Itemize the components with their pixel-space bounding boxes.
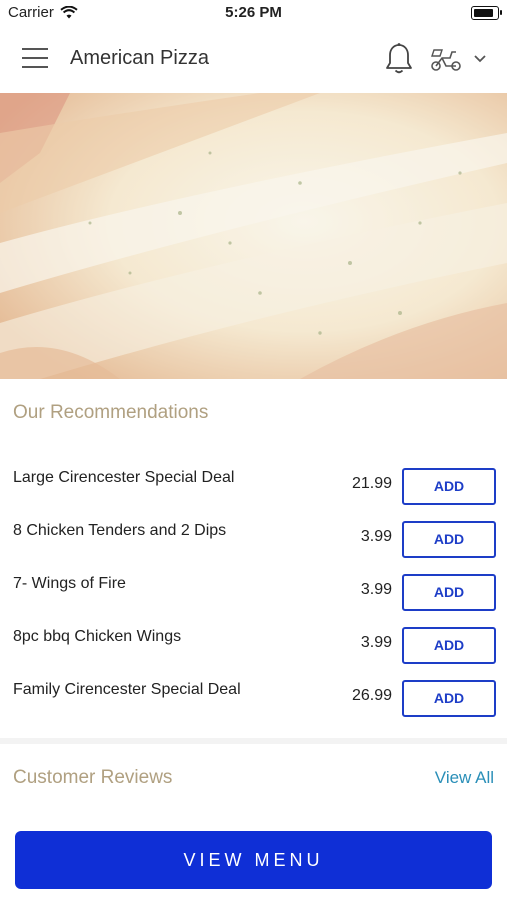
- item-name: Family Cirencester Special Deal: [13, 681, 241, 698]
- list-item: 8pc bbq Chicken Wings 3.99 ADD: [0, 617, 507, 670]
- battery-icon: [471, 6, 502, 20]
- item-name: 8pc bbq Chicken Wings: [13, 628, 182, 645]
- status-bar: Carrier 5:26 PM: [0, 0, 507, 26]
- reviews-title: Customer Reviews: [13, 767, 173, 788]
- item-name: Large Cirencester Special Deal: [13, 469, 235, 486]
- bell-icon[interactable]: [383, 42, 415, 76]
- item-price: 3.99: [360, 581, 392, 598]
- add-button[interactable]: ADD: [402, 680, 496, 717]
- item-price: 21.99: [351, 475, 392, 492]
- list-item: 8 Chicken Tenders and 2 Dips 3.99 ADD: [0, 511, 507, 564]
- hero-image: [0, 93, 507, 379]
- add-button[interactable]: ADD: [402, 468, 496, 505]
- section-divider: [0, 738, 507, 744]
- item-price: 3.99: [360, 634, 392, 651]
- add-button[interactable]: ADD: [402, 627, 496, 664]
- item-price: 26.99: [351, 687, 392, 704]
- list-item: 7- Wings of Fire 3.99 ADD: [0, 564, 507, 617]
- item-name: 8 Chicken Tenders and 2 Dips: [13, 522, 227, 539]
- view-all-link[interactable]: View All: [435, 768, 494, 788]
- item-name: 7- Wings of Fire: [13, 575, 126, 592]
- list-item: Large Cirencester Special Deal 21.99 ADD: [0, 458, 507, 511]
- clock: 5:26 PM: [225, 4, 282, 21]
- view-menu-button[interactable]: VIEW MENU: [15, 831, 492, 889]
- page-title: American Pizza: [70, 47, 209, 69]
- scooter-icon[interactable]: [430, 46, 462, 72]
- list-item: Family Cirencester Special Deal 26.99 AD…: [0, 670, 507, 723]
- hamburger-menu-icon[interactable]: [22, 48, 48, 70]
- recommendations-title: Our Recommendations: [13, 402, 209, 423]
- item-price: 3.99: [360, 528, 392, 545]
- add-button[interactable]: ADD: [402, 521, 496, 558]
- chevron-down-icon[interactable]: [472, 52, 488, 66]
- hero-overlay: [0, 93, 507, 379]
- recommendations-list: Large Cirencester Special Deal 21.99 ADD…: [0, 458, 507, 723]
- add-button[interactable]: ADD: [402, 574, 496, 611]
- app-header: American Pizza: [0, 26, 507, 94]
